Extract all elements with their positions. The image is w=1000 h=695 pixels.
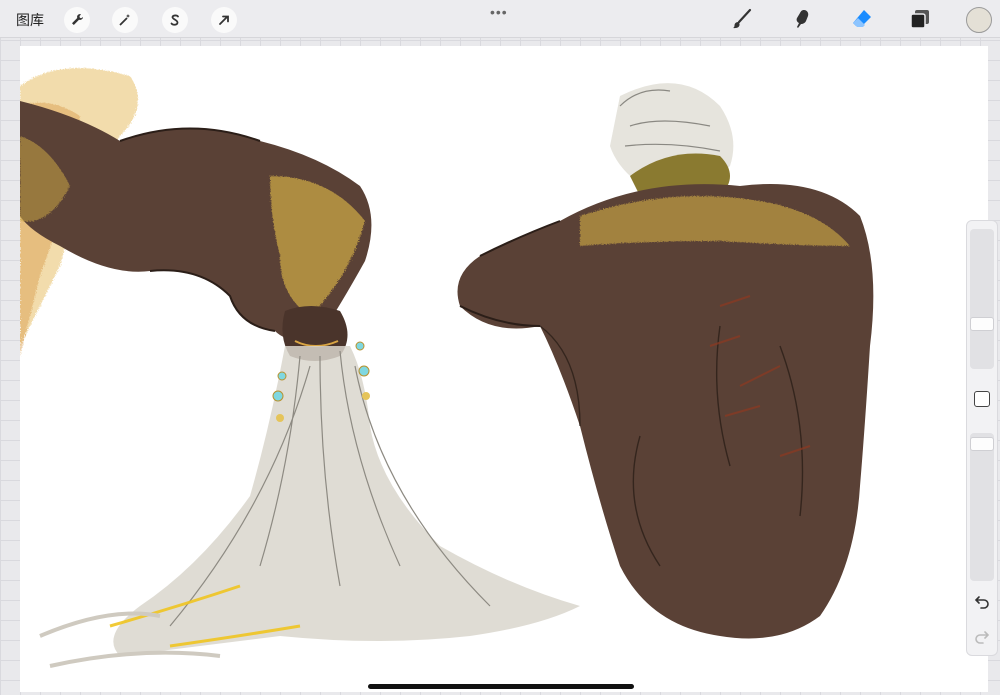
- magic-wand-icon: [119, 14, 130, 26]
- undo-icon: [974, 596, 989, 609]
- artwork-illustration: [20, 68, 874, 668]
- brush-icon: [733, 8, 752, 29]
- top-toolbar: 图库 •••: [0, 0, 1000, 38]
- selection-s-icon: [170, 14, 179, 26]
- home-indicator[interactable]: [368, 684, 634, 689]
- eraser-tool-button[interactable]: [848, 5, 876, 33]
- actions-button[interactable]: [64, 7, 90, 33]
- brush-tool-button[interactable]: [728, 5, 756, 33]
- brush-size-slider[interactable]: [970, 229, 994, 369]
- brush-size-knob[interactable]: [970, 317, 994, 331]
- gallery-button[interactable]: 图库: [16, 10, 44, 30]
- modify-button[interactable]: [974, 391, 990, 407]
- smudge-tool-button[interactable]: [788, 5, 816, 33]
- side-toolbar: [966, 220, 998, 656]
- layers-button[interactable]: [906, 5, 934, 33]
- opacity-knob[interactable]: [970, 437, 994, 451]
- transform-arrow-icon: [219, 15, 229, 25]
- more-menu-icon[interactable]: •••: [490, 4, 508, 20]
- opacity-slider[interactable]: [970, 433, 994, 581]
- wrench-icon: [72, 14, 83, 25]
- layers-icon: [910, 10, 929, 29]
- redo-icon: [975, 631, 990, 644]
- selection-button[interactable]: [162, 7, 188, 33]
- redo-button[interactable]: [972, 626, 992, 646]
- smudge-icon: [796, 10, 809, 28]
- adjustments-button[interactable]: [112, 7, 138, 33]
- undo-button[interactable]: [972, 591, 992, 611]
- transform-button[interactable]: [211, 7, 237, 33]
- drawing-canvas[interactable]: [20, 46, 988, 692]
- eraser-icon: [853, 10, 871, 27]
- color-picker-button[interactable]: [966, 7, 992, 33]
